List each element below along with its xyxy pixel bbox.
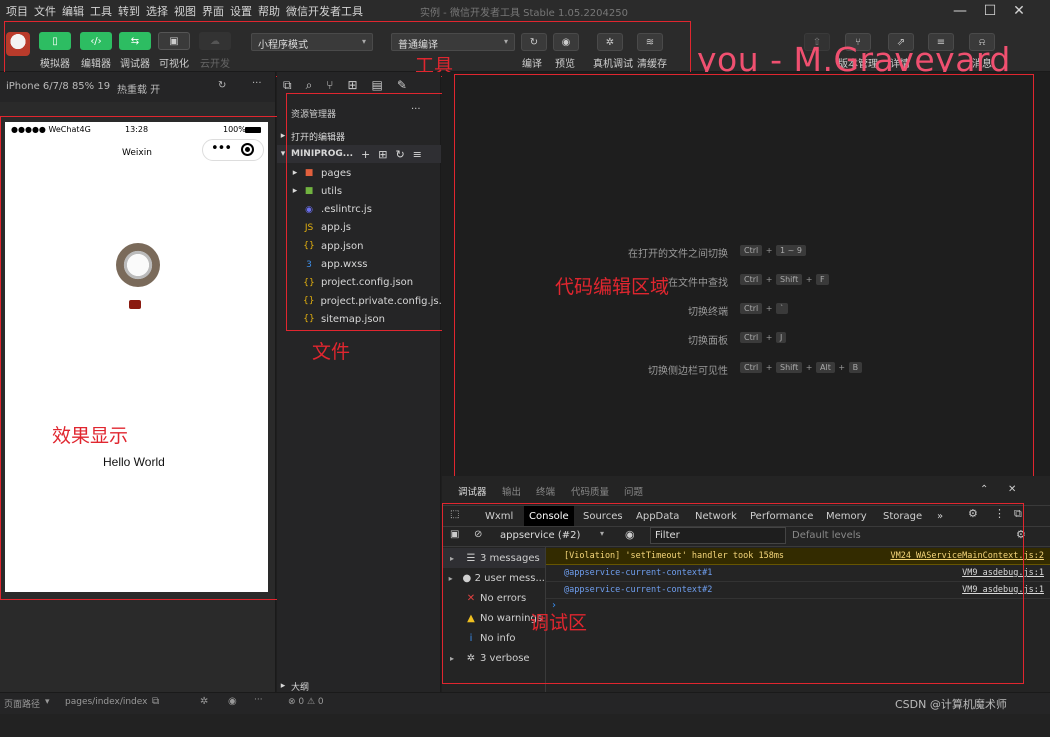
editor-annotation: 代码编辑区域 xyxy=(555,276,670,298)
shortcut-label: 切换侧边栏可见性 xyxy=(648,366,728,377)
key-cap: J xyxy=(776,332,787,343)
debug-top-tab[interactable]: 输出 xyxy=(502,484,521,498)
more-icon[interactable]: ··· xyxy=(252,78,262,89)
window-title: 实例 - 微信开发者工具 Stable 1.05.2204250 xyxy=(420,8,628,19)
menu-item[interactable]: 微信开发者工具 xyxy=(283,3,366,19)
simulator-annotation: 效果显示 xyxy=(52,425,129,447)
shortcut-hint: 切换面板 xyxy=(688,332,728,347)
shortcut-label: 切换终端 xyxy=(688,307,728,318)
plus-sign: + xyxy=(763,363,776,372)
close-panel-icon[interactable]: ✕ xyxy=(1008,484,1016,495)
menu-item[interactable]: 设置 xyxy=(227,3,255,19)
plus-sign: + xyxy=(763,246,776,255)
credit-text: CSDN @计算机魔术师 xyxy=(895,698,1007,711)
key-cap: ` xyxy=(776,303,789,314)
close-icon[interactable]: ✕ xyxy=(1004,0,1034,22)
bug-icon[interactable]: ✲ xyxy=(200,696,208,707)
key-cap: F xyxy=(816,274,829,285)
simulator-bar: iPhone 6/7/8 85% 19 热重载 开 ↻ ··· xyxy=(0,72,276,102)
outline-label: 大纲 xyxy=(291,682,310,693)
plus-sign: + xyxy=(835,363,848,372)
minimize-icon[interactable]: — xyxy=(945,0,975,22)
eye-icon[interactable]: ◉ xyxy=(228,696,237,707)
problems-count[interactable]: ⊗ 0 ⚠ 0 xyxy=(288,697,324,707)
debug-annotation: 调试区 xyxy=(530,612,588,634)
hotreload-toggle[interactable]: 热重载 开 xyxy=(117,81,160,96)
key-cap: B xyxy=(848,362,863,373)
menu-item[interactable]: 帮助 xyxy=(255,3,283,19)
shortcut-hint: 切换终端 xyxy=(688,303,728,318)
page-path-label[interactable]: 页面路径 xyxy=(4,697,40,710)
menu-item[interactable]: 界面 xyxy=(199,3,227,19)
menu-item[interactable]: 转到 xyxy=(115,3,143,19)
refresh-icon[interactable]: ↻ xyxy=(218,80,226,91)
plus-sign: + xyxy=(763,304,776,313)
key-cap: Ctrl xyxy=(740,332,763,343)
debug-top-tab[interactable]: 调试器 xyxy=(458,484,487,498)
device-select[interactable]: iPhone 6/7/8 85% 19 xyxy=(6,81,110,92)
status-bar: 页面路径 ▾ pages/index/index ⧉ ✲ ◉ ··· ⊗ 0 ⚠… xyxy=(0,692,1050,714)
plus-sign: + xyxy=(803,363,816,372)
shortcut-hint: 在打开的文件之间切换 xyxy=(628,245,728,260)
more-icon[interactable]: ··· xyxy=(254,695,263,705)
activity-icons[interactable]: ⧉⌕⑂⊞▤✎ xyxy=(283,78,421,93)
page-path: pages/index/index xyxy=(65,697,148,707)
chevron-right-icon: ▸ xyxy=(280,681,286,691)
debug-top-tab[interactable]: 问题 xyxy=(624,484,643,498)
files-annotation: 文件 xyxy=(312,341,351,363)
copy-icon[interactable]: ⧉ xyxy=(152,696,159,707)
shortcut-keys: Ctrl + Shift + F xyxy=(739,274,830,288)
menu-item[interactable]: 编辑 xyxy=(59,3,87,19)
key-cap: Alt xyxy=(816,362,835,373)
maximize-icon[interactable]: ☐ xyxy=(975,0,1005,22)
simulator-annotation-box xyxy=(0,116,279,600)
chevron-down-icon: ▾ xyxy=(45,697,50,707)
debug-top-tab[interactable]: 终端 xyxy=(536,484,555,498)
menu-item[interactable]: 文件 xyxy=(31,3,59,19)
shortcut-keys: Ctrl + ` xyxy=(739,303,789,317)
collapse-icon[interactable]: ⌃ xyxy=(980,484,988,495)
menu-item[interactable]: 工具 xyxy=(87,3,115,19)
key-cap: Shift xyxy=(776,274,803,285)
menu-item[interactable]: 选择 xyxy=(143,3,171,19)
shortcut-label: 在打开的文件之间切换 xyxy=(628,249,728,260)
plus-sign: + xyxy=(803,275,816,284)
toolbar-annotation-box xyxy=(4,21,691,77)
debug-top-tab[interactable]: 代码质量 xyxy=(571,484,609,498)
menu-item[interactable]: 项目 xyxy=(0,3,31,19)
shortcut-keys: Ctrl + Shift + Alt + B xyxy=(739,362,863,376)
key-cap: Ctrl xyxy=(740,303,763,314)
files-annotation-box xyxy=(286,93,447,331)
plus-sign: + xyxy=(763,333,776,342)
key-cap: Ctrl xyxy=(740,274,763,285)
plus-sign: + xyxy=(763,275,776,284)
key-cap: Shift xyxy=(776,362,803,373)
key-cap: Ctrl xyxy=(740,362,763,373)
shortcut-label: 切换面板 xyxy=(688,336,728,347)
menu-item[interactable]: 视图 xyxy=(171,3,199,19)
shortcut-hint: 切换侧边栏可见性 xyxy=(648,362,728,377)
key-cap: Ctrl xyxy=(740,245,763,256)
key-cap: 1 ~ 9 xyxy=(776,245,806,256)
shortcut-keys: Ctrl + 1 ~ 9 xyxy=(739,245,807,259)
shortcut-label: 在文件中查找 xyxy=(668,278,728,289)
shortcut-keys: Ctrl + J xyxy=(739,332,787,346)
bottom-strip xyxy=(0,714,1050,737)
shortcut-hint: 在文件中查找 xyxy=(668,274,728,289)
debug-annotation-box xyxy=(442,503,1024,684)
